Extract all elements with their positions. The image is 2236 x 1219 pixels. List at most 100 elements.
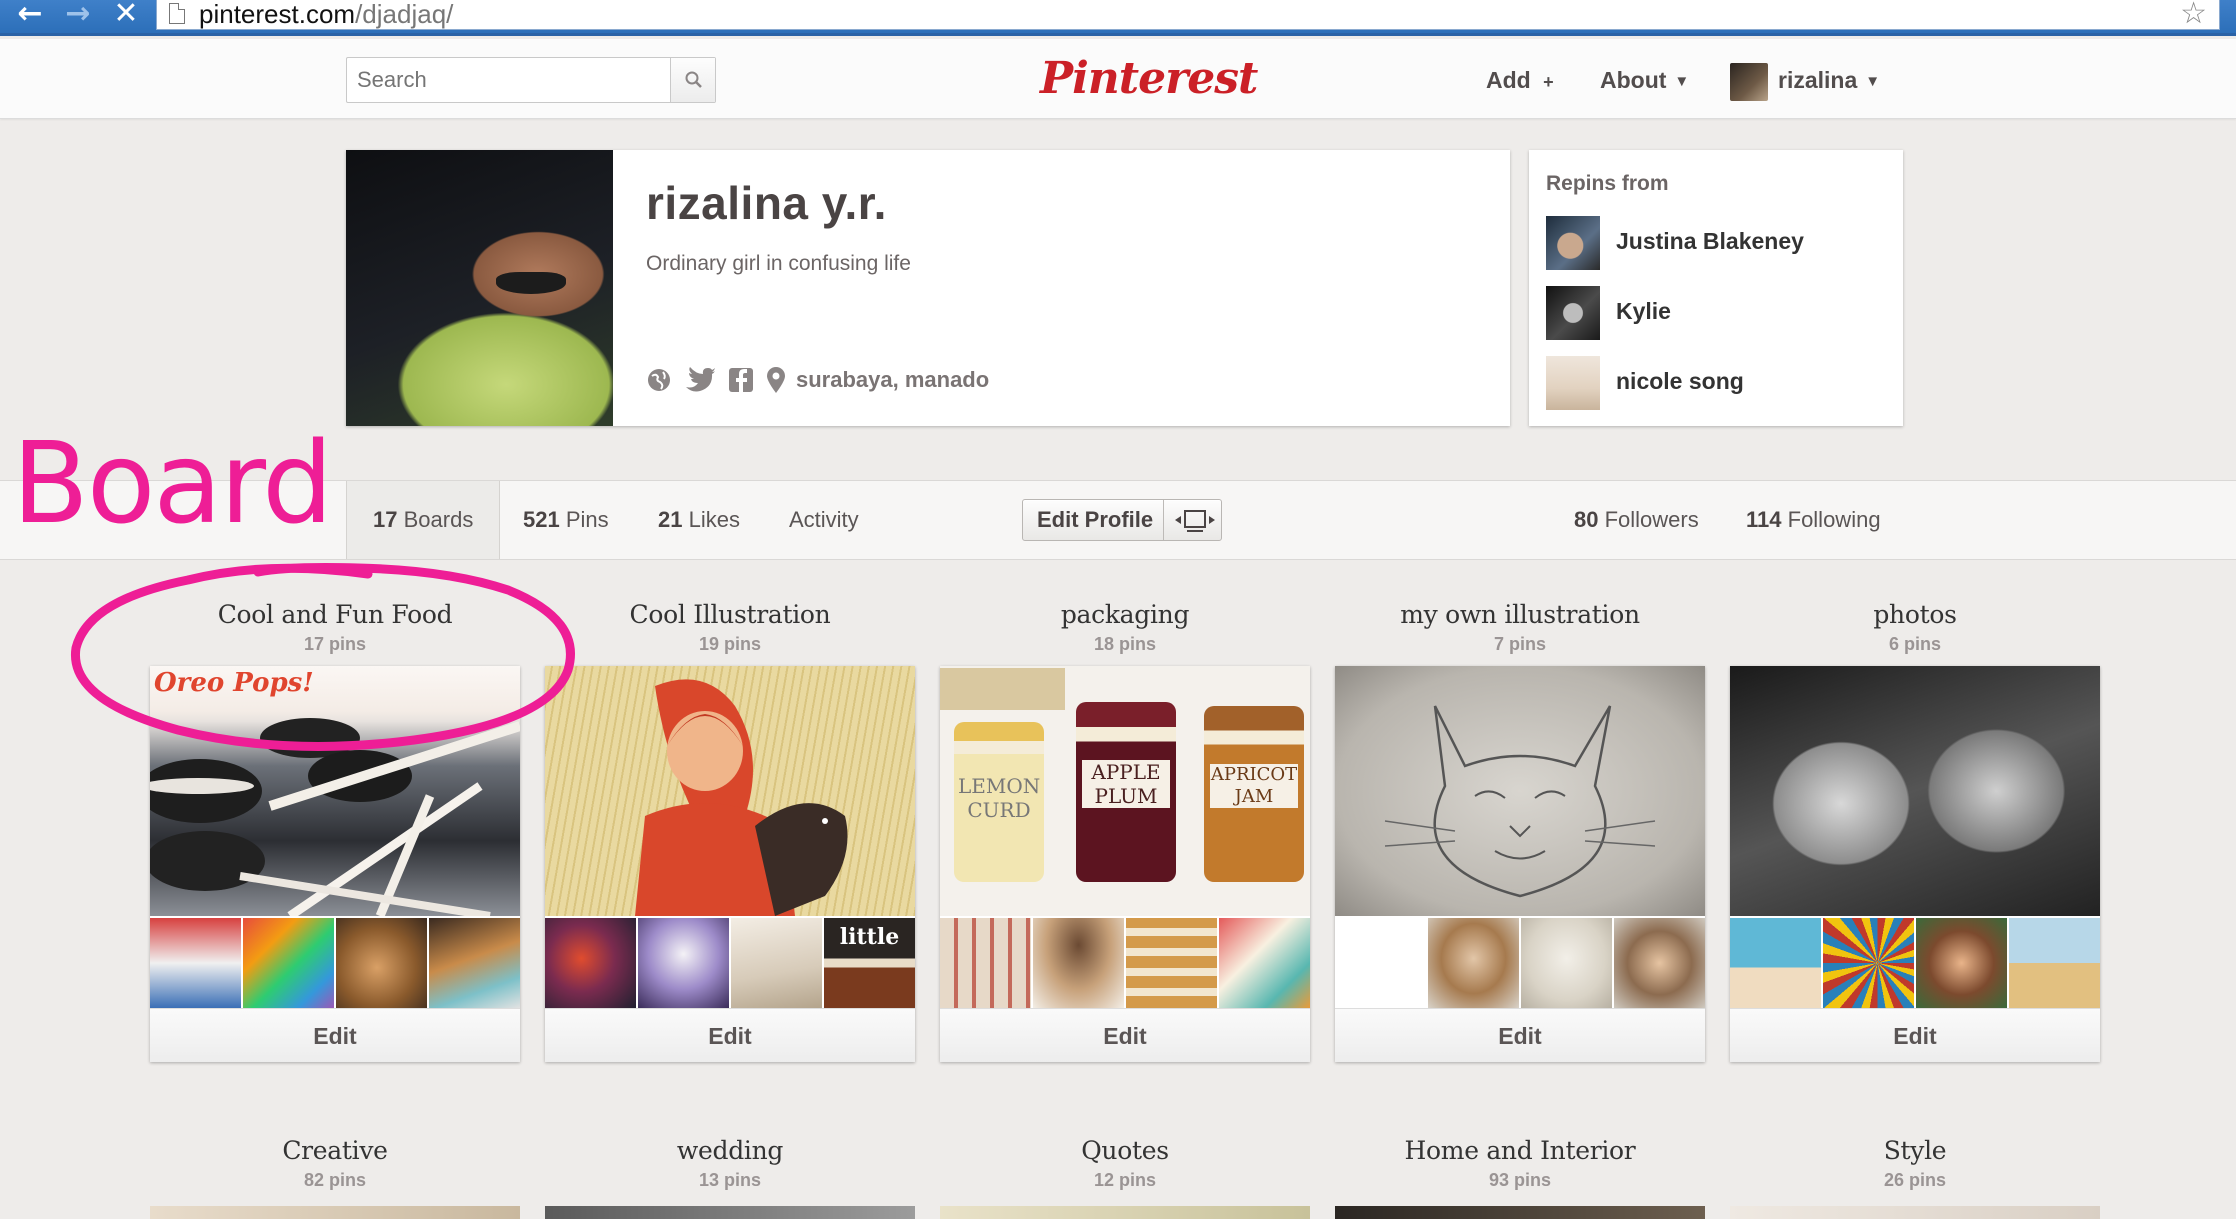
thumbnail: [1428, 918, 1519, 1008]
thumbnail: [150, 918, 241, 1008]
back-arrow-icon[interactable]: ←: [12, 0, 48, 30]
board-title[interactable]: my own illustration: [1335, 600, 1705, 629]
board-tile[interactable]: Edit: [1730, 666, 2100, 1062]
board-cover-image[interactable]: [545, 666, 915, 916]
profile-bio: Ordinary girl in confusing life: [646, 252, 911, 275]
edit-profile-label: Edit Profile: [1037, 507, 1154, 532]
board-tile[interactable]: little Edit: [545, 666, 915, 1062]
user-menu[interactable]: rizalina ▼: [1778, 63, 1880, 99]
repin-user-name[interactable]: nicole song: [1616, 368, 1744, 395]
board-cover-image[interactable]: [1730, 1206, 2100, 1219]
jar-apricot: APRICOT JAM: [1204, 706, 1304, 882]
url-text[interactable]: pinterest.com/djadjaq/: [199, 0, 453, 28]
chevron-down-icon: ▼: [1865, 73, 1881, 90]
board-title[interactable]: Cool Illustration: [545, 600, 915, 629]
annotation-circle: [70, 563, 575, 751]
board-cover-image[interactable]: [545, 1206, 915, 1219]
thumbnail: [243, 918, 334, 1008]
board-title[interactable]: wedding: [545, 1136, 915, 1165]
board-title[interactable]: Creative: [150, 1136, 520, 1165]
rearrange-boards-icon[interactable]: [1173, 508, 1217, 534]
board-pin-count: 82 pins: [303, 1170, 367, 1190]
thumbnail: [1219, 918, 1310, 1008]
tab-activity[interactable]: Activity: [789, 481, 859, 559]
board-cover-image[interactable]: [940, 1206, 1310, 1219]
board-edit-button[interactable]: Edit: [940, 1008, 1310, 1062]
address-bar[interactable]: pinterest.com/djadjaq/ ☆: [156, 0, 2220, 30]
thumbnail: [336, 918, 427, 1008]
thumbnail: [1033, 918, 1124, 1008]
cat-sketch: [1384, 705, 1656, 898]
bookmark-star-icon[interactable]: ☆: [2180, 0, 2207, 29]
repin-user-name[interactable]: Justina Blakeney: [1616, 228, 1804, 255]
thumbnail: little: [824, 918, 915, 1008]
edit-profile-button[interactable]: Edit Profile: [1022, 499, 1222, 541]
repin-user[interactable]: nicole song: [1546, 356, 1886, 410]
forward-arrow-icon[interactable]: →: [60, 0, 96, 30]
search-input[interactable]: [347, 58, 671, 102]
thumbnail: [731, 918, 822, 1008]
thumbnail: [1730, 918, 1821, 1008]
board-edit-button[interactable]: Edit: [1335, 1008, 1705, 1062]
board-thumbnails: [150, 918, 520, 1008]
board-cover-image[interactable]: [1335, 1206, 1705, 1219]
repins-card: Repins from Justina Blakeney Kylie nicol…: [1529, 150, 1903, 426]
profile-links: surabaya, manado: [646, 365, 989, 395]
tab-pins[interactable]: 521 Pins: [523, 481, 609, 559]
jar-label: LEMON CURD: [958, 774, 1041, 822]
profile-card: rizalina y.r. Ordinary girl in confusing…: [346, 150, 1510, 426]
board-pin-count: 6 pins: [1888, 634, 1941, 654]
repin-user[interactable]: Justina Blakeney: [1546, 216, 1886, 270]
repin-user[interactable]: Kylie: [1546, 286, 1886, 340]
cover-corner-label: [940, 668, 1065, 710]
board-title[interactable]: Quotes: [940, 1136, 1310, 1165]
board-pin-count: 7 pins: [1493, 634, 1546, 654]
avatar: [1546, 286, 1600, 340]
board-edit-button[interactable]: Edit: [1730, 1008, 2100, 1062]
avatar[interactable]: [1730, 63, 1768, 101]
board-cover-image[interactable]: LEMON CURD APPLE PLUM APRICOT JAM: [940, 666, 1310, 916]
globe-icon[interactable]: [646, 367, 672, 393]
board-edit-button[interactable]: Edit: [150, 1008, 520, 1062]
board-cover-image[interactable]: [150, 1206, 520, 1219]
board-pin-count: 13 pins: [698, 1170, 762, 1190]
board-tile[interactable]: Edit: [1335, 666, 1705, 1062]
board-pin-count: 12 pins: [1093, 1170, 1157, 1190]
board-title[interactable]: packaging: [940, 600, 1310, 629]
red-riding-hood-illustration: [635, 679, 848, 916]
avatar: [1546, 356, 1600, 410]
tab-likes[interactable]: 21 Likes: [658, 481, 740, 559]
add-menu[interactable]: Add +: [1486, 63, 1554, 99]
annotation-label: Board: [12, 419, 333, 549]
board-thumbnails: little: [545, 918, 915, 1008]
jar-label: APPLE PLUM: [1082, 760, 1170, 808]
board-edit-button[interactable]: Edit: [545, 1008, 915, 1062]
pinterest-logo[interactable]: Pinterest: [1040, 51, 1258, 107]
mustache-shape: [496, 272, 566, 294]
followers-link[interactable]: 80 Followers: [1574, 481, 1699, 559]
thumbnail: [1614, 918, 1705, 1008]
facebook-icon[interactable]: [728, 367, 754, 393]
board-title[interactable]: Style: [1730, 1136, 2100, 1165]
repin-user-name[interactable]: Kylie: [1616, 298, 1671, 325]
search-box: [346, 57, 716, 103]
thumbnail: [1521, 918, 1612, 1008]
twitter-icon[interactable]: [684, 367, 716, 393]
board-pin-count: 18 pins: [1093, 634, 1157, 654]
thumbnail: [429, 918, 520, 1008]
board-tile[interactable]: LEMON CURD APPLE PLUM APRICOT JAM Edit: [940, 666, 1310, 1062]
thumbnail: [1335, 918, 1426, 1008]
following-link[interactable]: 114 Following: [1746, 481, 1881, 559]
board-cover-image[interactable]: [1730, 666, 2100, 916]
search-button[interactable]: [670, 58, 715, 102]
stop-icon[interactable]: ✕: [108, 0, 144, 30]
profile-name: rizalina y.r.: [646, 177, 887, 229]
about-menu[interactable]: About ▼: [1600, 63, 1689, 99]
board-cover-image[interactable]: [1335, 666, 1705, 916]
thumbnail: [545, 918, 636, 1008]
board-title[interactable]: Home and Interior: [1335, 1136, 1705, 1165]
board-thumbnails: [940, 918, 1310, 1008]
board-pin-count: 26 pins: [1883, 1170, 1947, 1190]
tab-boards[interactable]: 17 Boards: [346, 481, 501, 559]
board-title[interactable]: photos: [1730, 600, 2100, 629]
